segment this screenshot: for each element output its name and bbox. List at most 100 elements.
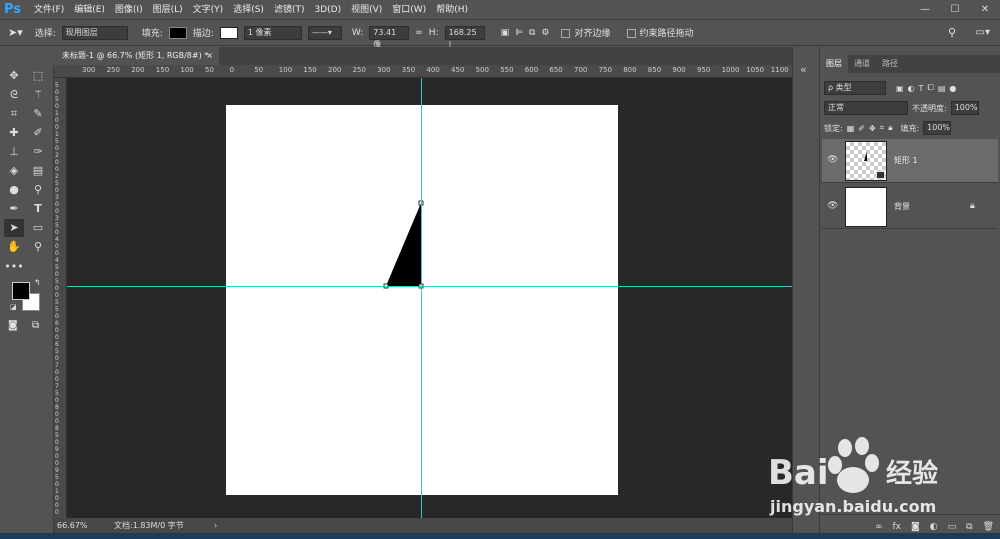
move-tool-icon[interactable]: ✥ (4, 67, 24, 85)
marquee-tool-icon[interactable]: ⬚ (28, 67, 48, 85)
stroke-width-field[interactable]: 1 像素 (243, 25, 302, 40)
gradient-tool-icon[interactable]: ▤ (28, 162, 48, 180)
ruler-tick-label: 1 (55, 488, 59, 495)
eye-icon[interactable]: 👁︎ (827, 201, 838, 211)
menu-3d[interactable]: 3D(D) (314, 0, 341, 20)
clone-stamp-tool-icon[interactable]: ⊥ (4, 143, 24, 161)
menu-help[interactable]: 帮助(H) (436, 0, 468, 20)
gear-icon[interactable]: ⚙ (541, 28, 549, 38)
pen-tool-icon[interactable]: ✒ (4, 200, 24, 218)
filter-toggle-icon[interactable]: ● (949, 84, 956, 93)
eye-icon[interactable]: 👁︎ (827, 155, 838, 165)
menu-edit[interactable]: 编辑(E) (74, 0, 105, 20)
zoom-level[interactable]: 66.67% (57, 518, 88, 534)
align-edges-checkbox[interactable]: 对齐边缘 (561, 26, 611, 39)
path-selection-tool-icon[interactable]: ➤ (4, 219, 24, 237)
dodge-tool-icon[interactable]: ⚲ (28, 181, 48, 199)
rectangle-tool-icon[interactable]: ▭ (28, 219, 48, 237)
path-alignment-icon[interactable]: ⊫ (515, 28, 523, 38)
adjustment-filter-icon[interactable]: ◐ (908, 84, 915, 93)
layer-name[interactable]: 矩形 1 (894, 155, 918, 166)
zoom-tool-icon[interactable]: ⚲ (28, 238, 48, 256)
maximize-button[interactable]: ☐ (940, 0, 970, 20)
new-group-icon[interactable]: ▭ (948, 522, 957, 532)
blur-tool-icon[interactable]: ● (4, 181, 24, 199)
fill-swatch[interactable] (168, 26, 187, 39)
menu-view[interactable]: 视图(V) (351, 0, 382, 20)
delete-layer-icon[interactable]: 🗑︎ (983, 522, 994, 532)
new-layer-icon[interactable]: ⧉ (966, 522, 972, 532)
menu-window[interactable]: 窗口(W) (392, 0, 426, 20)
tab-layers[interactable]: 图层 (820, 55, 848, 73)
screen-mode-icon[interactable]: ⧉ (32, 320, 39, 331)
healing-brush-tool-icon[interactable]: ✚ (4, 124, 24, 142)
blend-mode-dropdown[interactable]: 正常 (824, 101, 908, 115)
lasso-tool-icon[interactable]: ᘓ (4, 86, 24, 104)
lock-pixels-icon[interactable]: ✐ (858, 124, 865, 133)
close-button[interactable]: ✕ (970, 0, 1000, 20)
search-icon[interactable]: ⚲ (948, 26, 956, 39)
layer-row[interactable]: 👁︎ 矩形 1 (822, 139, 998, 183)
path-select-tool-icon[interactable]: ➤▾ (8, 26, 23, 39)
hand-tool-icon[interactable]: ✋ (4, 238, 24, 256)
menu-type[interactable]: 文字(Y) (193, 0, 224, 20)
layer-style-icon[interactable]: fx (893, 522, 902, 532)
menu-select[interactable]: 选择(S) (233, 0, 264, 20)
collapse-panels-icon[interactable]: « (800, 63, 807, 76)
select-dropdown[interactable]: 现用图层 (61, 25, 128, 40)
lock-position-icon[interactable]: ✥ (869, 124, 876, 133)
lock-all-icon[interactable]: 🔒︎ (888, 123, 892, 133)
default-colors-icon[interactable]: ◪ (10, 303, 17, 311)
shape-layer[interactable] (67, 78, 792, 518)
link-icon[interactable]: ∞ (415, 28, 423, 38)
status-menu-arrow-icon[interactable]: › (214, 518, 217, 534)
eraser-tool-icon[interactable]: ◈ (4, 162, 24, 180)
document-tab[interactable]: 未标题-1 @ 66.7% (矩形 1, RGB/8#) * × (54, 47, 219, 65)
menu-layer[interactable]: 图层(L) (153, 0, 183, 20)
path-arrangement-icon[interactable]: ⧉ (529, 28, 535, 38)
eyedropper-tool-icon[interactable]: ✎ (28, 105, 48, 123)
path-operations-icon[interactable]: ▣ (501, 28, 510, 38)
add-mask-icon[interactable]: ◙ (911, 522, 920, 532)
menu-image[interactable]: 图像(I) (115, 0, 143, 20)
width-field[interactable]: 73.41 像 (369, 25, 410, 49)
brush-tool-icon[interactable]: ✐ (28, 124, 48, 142)
quick-mask-icon[interactable]: ◙ (8, 320, 18, 331)
fill-field[interactable]: 100% (923, 121, 952, 135)
opacity-field[interactable]: 100% (950, 101, 979, 115)
tab-channels[interactable]: 通道 (848, 55, 876, 73)
horizontal-guide[interactable] (67, 286, 792, 287)
link-layers-icon[interactable]: ∞ (875, 522, 883, 532)
workspace-icon[interactable]: ▭▾ (976, 27, 990, 38)
smart-object-filter-icon[interactable]: ▤ (938, 84, 946, 93)
height-field[interactable]: 168.25 | (444, 25, 485, 49)
pixel-filter-icon[interactable]: ▣ (896, 84, 904, 93)
h-label: H: (428, 27, 439, 38)
minimize-button[interactable]: — (910, 0, 940, 20)
canvas-area[interactable] (67, 78, 792, 518)
vertical-guide[interactable] (421, 78, 422, 518)
swap-colors-icon[interactable]: ↰ (34, 278, 41, 287)
kind-filter-dropdown[interactable]: ρ 类型 (824, 81, 886, 95)
type-filter-icon[interactable]: T (919, 84, 924, 93)
menu-file[interactable]: 文件(F) (34, 0, 64, 20)
tab-paths[interactable]: 路径 (876, 55, 904, 73)
layer-row[interactable]: 👁︎ 背景 🔒︎ (822, 185, 998, 229)
type-tool-icon[interactable]: T (28, 200, 48, 218)
adjustment-layer-icon[interactable]: ◐ (930, 522, 938, 532)
more-tools-icon[interactable]: ••• (4, 258, 24, 276)
menu-filter[interactable]: 滤镜(T) (274, 0, 305, 20)
history-brush-tool-icon[interactable]: ✑ (28, 143, 48, 161)
stroke-swatch[interactable] (219, 26, 238, 39)
foreground-color-swatch[interactable] (12, 282, 30, 300)
crop-tool-icon[interactable]: ⌗ (4, 105, 24, 123)
layer-thumbnail (845, 187, 887, 227)
constrain-path-checkbox[interactable]: 约束路径拖动 (626, 26, 694, 39)
shape-filter-icon[interactable]: ⧠ (927, 83, 933, 93)
layer-name[interactable]: 背景 (894, 201, 910, 212)
stroke-style-dropdown[interactable]: ——▾ (307, 25, 342, 40)
close-tab-icon[interactable]: × (206, 47, 213, 65)
lock-artboard-icon[interactable]: ⌗ (880, 123, 885, 133)
lock-transparent-icon[interactable]: ▦ (847, 124, 855, 133)
magic-wand-tool-icon[interactable]: ⚚ (28, 86, 48, 104)
